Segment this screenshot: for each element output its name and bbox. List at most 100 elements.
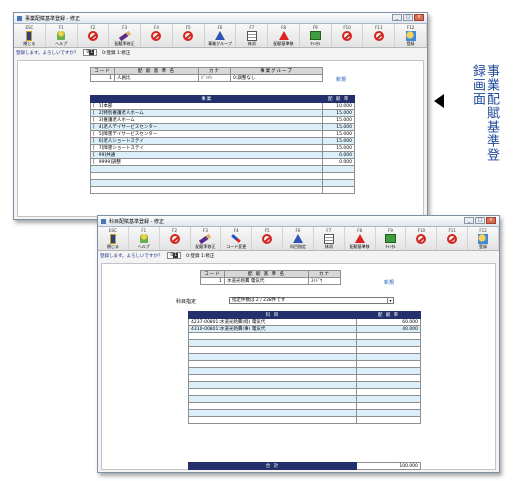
fkey-button-f7[interactable]: F7 抹消 [236, 24, 269, 47]
close-icon[interactable]: × [414, 14, 424, 21]
table-row[interactable]: [99]共通 0.000 [89, 151, 355, 159]
mode-field[interactable]: 01 [83, 49, 98, 56]
table-row[interactable]: [9999]調整 0.000 [89, 158, 355, 166]
account-filter-combo[interactable]: 指定件数は 2 / 238件です ▾ [229, 297, 394, 304]
fkey-button-f10[interactable]: F10 [332, 24, 364, 47]
fkey-button-f5[interactable]: F5 [252, 227, 284, 250]
fkey-button-f12[interactable]: F12 登録 [395, 24, 427, 47]
disabled-icon [169, 233, 180, 244]
table-row[interactable]: [4]老人デイサービスセンター 15.000 [89, 123, 355, 131]
group-field[interactable]: 0:調整なし [230, 74, 323, 82]
table-row[interactable] [188, 339, 421, 347]
window-account-allocation: 科目配賦基準登録 - 修正 _ □ × ESC 閉じる F1 ヘルプ F2 F3 配賦率修正 F4… [97, 215, 500, 473]
help-icon [139, 234, 148, 243]
chevron-down-icon[interactable]: ▾ [387, 298, 393, 303]
table-row[interactable]: 4310-00801:水道光熱費(事) 電気代 40.000 [188, 325, 421, 333]
fkey-button-f11[interactable]: F11 [363, 24, 396, 47]
window-controls: _ □ × [391, 14, 424, 21]
table-row[interactable] [188, 395, 421, 403]
table-row[interactable] [188, 367, 421, 375]
table-row[interactable]: [1]本部 10.000 [89, 102, 355, 110]
pen-icon [199, 233, 212, 244]
code-field[interactable]: 1 [90, 74, 115, 82]
minimize-icon[interactable]: _ [392, 14, 402, 21]
table-row[interactable] [89, 179, 355, 187]
close-icon[interactable]: × [486, 217, 496, 224]
table-row[interactable] [188, 332, 421, 340]
fkey-button-f9[interactable]: F9 ｷｬﾝｾﾙ [376, 227, 407, 250]
calculator-icon [246, 30, 257, 41]
fkey-button-f8[interactable]: F8 配賦基準移 [345, 227, 376, 250]
code-field[interactable]: 1 [200, 277, 225, 285]
table-row[interactable] [89, 165, 355, 173]
fkey-button-f9[interactable]: F9 ｷｬﾝｾﾙ [300, 24, 332, 47]
fkey-button-f6[interactable]: F6 科目指定 [283, 227, 314, 250]
button-label: 登録 [479, 244, 488, 249]
disabled-icon [151, 30, 162, 41]
new-link[interactable]: 新規 [336, 76, 346, 83]
table-row[interactable]: [5]障害デイサービスセンター 15.000 [89, 130, 355, 138]
table-row[interactable] [188, 360, 421, 368]
table-row[interactable] [188, 353, 421, 361]
exit-door-icon [26, 30, 33, 41]
table-row[interactable] [188, 381, 421, 389]
disabled-icon [447, 233, 458, 244]
maximize-icon[interactable]: □ [475, 217, 485, 224]
table-row[interactable] [188, 374, 421, 382]
name-field[interactable]: 水道光熱費 電気代 [224, 277, 309, 285]
minimize-icon[interactable]: _ [464, 217, 474, 224]
fkey-button-f2[interactable]: F2 [78, 24, 110, 47]
maximize-icon[interactable]: □ [403, 14, 413, 21]
fkey-button-f10[interactable]: F10 [406, 227, 438, 250]
disabled-icon [183, 30, 194, 41]
mode-field[interactable]: 01 [167, 252, 182, 259]
disabled-icon [342, 30, 353, 41]
table-row[interactable] [188, 388, 421, 396]
fkey-button-esc[interactable]: ESC 閉じる [98, 227, 129, 250]
fkey-button-f2[interactable]: F2 [160, 227, 191, 250]
fkey-button-f3[interactable]: F3 配賦率修正 [191, 227, 222, 250]
fkey-button-f4[interactable]: F4 [141, 24, 173, 47]
fkey-button-f5[interactable]: F5 [173, 24, 205, 47]
button-label: 登録 [406, 41, 415, 46]
button-label: 閉じる [23, 41, 36, 46]
fkey-button-esc[interactable]: ESC 閉じる [14, 24, 46, 47]
status-message: 登録します。よろしいですか？ [16, 50, 79, 56]
table-row[interactable] [188, 402, 421, 410]
table-row[interactable]: 4237-00801:水道光熱費(経) 電気代 60.000 [188, 318, 421, 326]
master-table: コード 配 賦 基 準 名 カナ 1 水道光熱費 電気代 ｽｲﾄﾞｳ [200, 270, 341, 285]
table-row[interactable]: [2]特別養護老人ホーム 15.000 [89, 109, 355, 117]
button-label: ヘルプ [55, 41, 68, 46]
fkey-button-f4[interactable]: F4 コード変更 [221, 227, 253, 250]
col-rate: 配 賦 率 [356, 311, 421, 319]
kana-field[interactable]: ｼﾞﾝｲﾝ [198, 74, 231, 82]
new-link[interactable]: 新規 [384, 279, 394, 286]
table-row[interactable]: [3]養護老人ホーム 15.000 [89, 116, 355, 124]
kana-field[interactable]: ｽｲﾄﾞｳ [308, 277, 341, 285]
table-row[interactable] [188, 346, 421, 354]
account-filter-label: 科目指定 [176, 299, 197, 305]
calculator-icon [323, 233, 334, 244]
fkey-button-f11[interactable]: F11 [437, 227, 469, 250]
exit-door-icon [109, 233, 116, 244]
button-label: 抹消 [247, 41, 256, 46]
fkey-button-f6[interactable]: F6 事業グループ [205, 24, 237, 47]
master-table: コード 配 賦 基 準 名 カナ 事業グループ 1 人員比 ｼﾞﾝｲﾝ 0:調整… [90, 67, 323, 82]
wand-icon [231, 234, 242, 243]
table-row[interactable]: [6]老人ショートステイ 15.000 [89, 137, 355, 145]
fkey-button-f8[interactable]: F8 配賦基準移 [268, 24, 300, 47]
fkey-button-f3[interactable]: F3 配賦率修正 [109, 24, 142, 47]
mode-value: 1 [89, 50, 95, 55]
fkey-button-f7[interactable]: F7 抹消 [314, 227, 345, 250]
name-field[interactable]: 人員比 [114, 74, 199, 82]
table-row[interactable]: [7]障害ショートステイ 15.000 [89, 144, 355, 152]
title-bar: 科目配賦基準登録 - 修正 _ □ × [98, 216, 499, 227]
fkey-button-f12[interactable]: F12 登録 [468, 227, 499, 250]
fkey-button-f1[interactable]: F1 ヘルプ [129, 227, 160, 250]
table-row[interactable] [89, 172, 355, 180]
table-row[interactable] [188, 416, 421, 424]
fkey-button-f1[interactable]: F1 ヘルプ [46, 24, 78, 47]
function-key-toolbar: ESC 閉じる F1 ヘルプ F2 F3 配賦率修正 F4 F5 F6 事業グループ F7 抹消 F8 配賦… [14, 24, 427, 48]
table-row[interactable] [188, 409, 421, 417]
table-row[interactable] [89, 186, 355, 194]
